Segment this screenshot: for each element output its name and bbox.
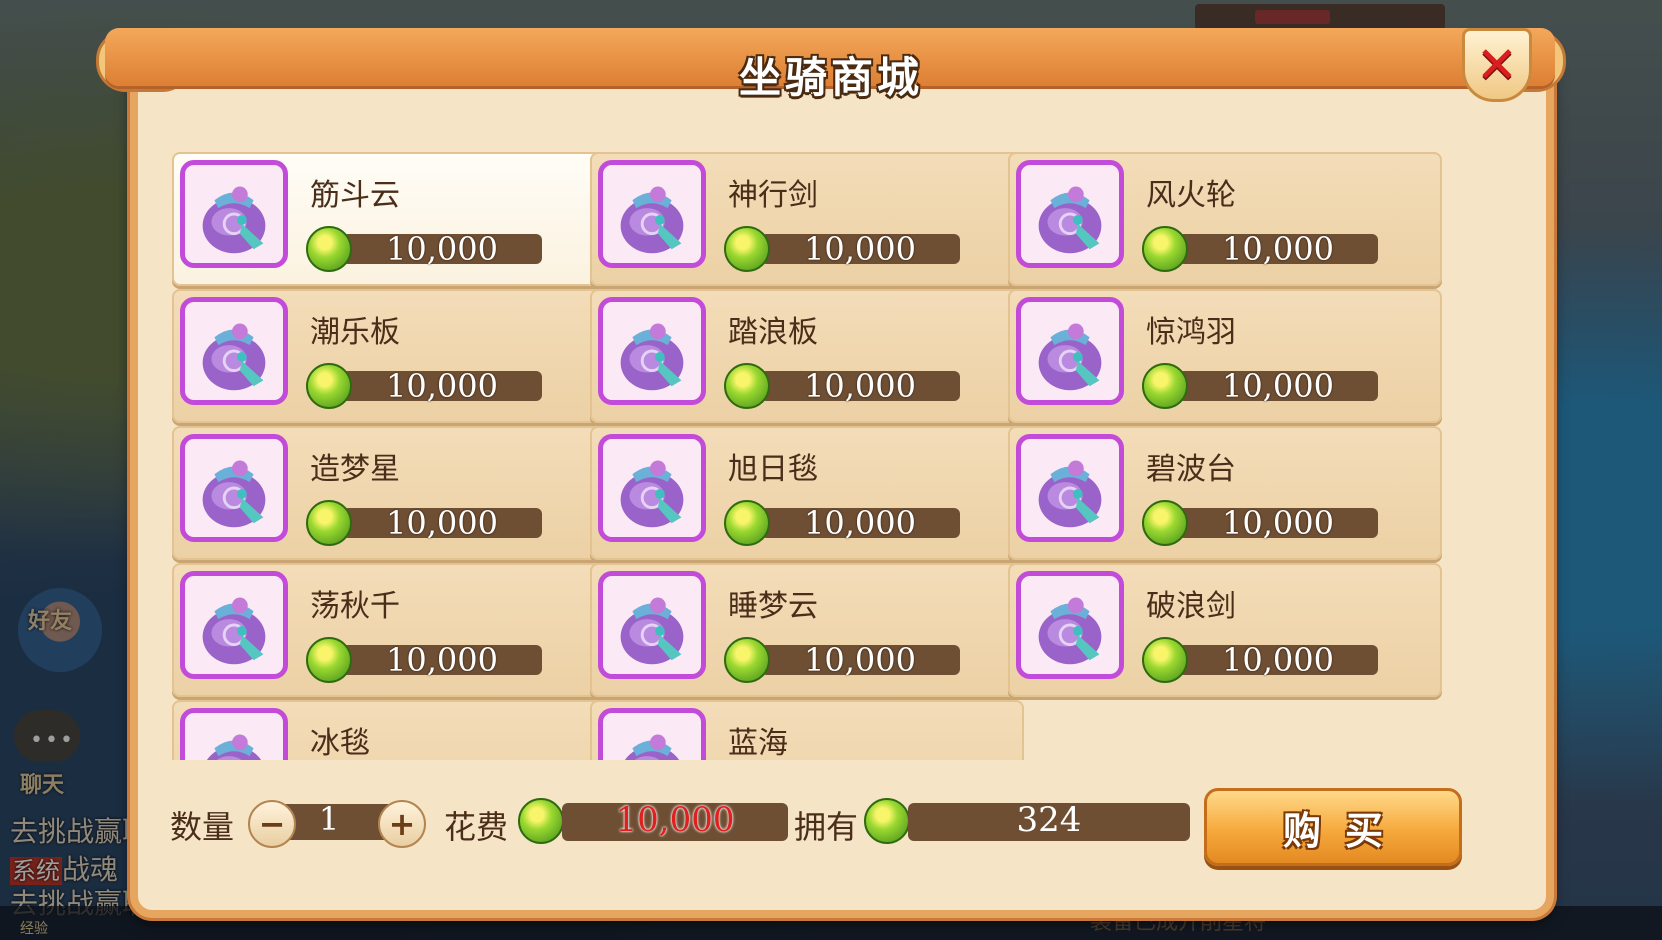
item-price: 10,000 — [306, 637, 556, 683]
item-price: 10,000 — [1142, 226, 1392, 272]
item-icon — [180, 160, 288, 268]
item-icon — [1016, 160, 1124, 268]
buy-button[interactable]: 购买 — [1204, 788, 1462, 866]
item-icon — [1016, 434, 1124, 542]
item-name: 碧波台 — [1146, 452, 1236, 487]
item-name: 冰毯 — [310, 726, 370, 760]
item-card[interactable]: 潮乐板 10,000 — [172, 289, 606, 423]
item-price-value: 10,000 — [1222, 504, 1334, 542]
item-name: 惊鸿羽 — [1146, 315, 1236, 350]
item-name: 神行剑 — [728, 178, 818, 213]
item-price-value: 10,000 — [804, 367, 916, 405]
item-price: 10,000 — [306, 363, 556, 409]
item-price: 10,000 — [724, 363, 974, 409]
increase-quantity-button[interactable]: + — [378, 800, 426, 848]
decrease-quantity-button[interactable]: − — [248, 800, 296, 848]
item-price: 10,000 — [724, 637, 974, 683]
item-price-value: 10,000 — [386, 641, 498, 679]
item-name: 潮乐板 — [310, 315, 400, 350]
item-price: 10,000 — [1142, 500, 1392, 546]
item-grid[interactable]: 筋斗云 10,000 神行剑 10,000 风火轮 10,000 潮乐板 10,… — [172, 152, 1492, 760]
item-card[interactable]: 旭日毯 10,000 — [590, 426, 1024, 560]
item-card[interactable]: 冰毯 10,000 — [172, 700, 606, 760]
item-name: 踏浪板 — [728, 315, 818, 350]
dialog-title: 坐骑商城 — [738, 53, 923, 102]
cost-value: 10,000 — [615, 800, 735, 840]
item-card[interactable]: 惊鸿羽 10,000 — [1008, 289, 1442, 423]
item-price: 10,000 — [724, 500, 974, 546]
item-name: 造梦星 — [310, 452, 400, 487]
item-card[interactable]: 蓝海 10,000 — [590, 700, 1024, 760]
close-icon: ✕ — [1476, 36, 1518, 94]
item-name: 旭日毯 — [728, 452, 818, 487]
quantity-label: 数量 — [170, 808, 235, 846]
plus-icon: + — [388, 805, 416, 843]
item-card[interactable]: 踏浪板 10,000 — [590, 289, 1024, 423]
item-card[interactable]: 风火轮 10,000 — [1008, 152, 1442, 286]
owned-label: 拥有 — [794, 808, 859, 846]
item-price-value: 10,000 — [804, 230, 916, 268]
item-name: 蓝海 — [728, 726, 788, 760]
item-price: 10,000 — [1142, 363, 1392, 409]
item-price: 10,000 — [306, 226, 556, 272]
minus-icon: − — [258, 805, 286, 843]
item-icon — [180, 708, 288, 760]
item-price-value: 10,000 — [386, 230, 498, 268]
item-price-value: 10,000 — [1222, 230, 1334, 268]
item-icon — [598, 708, 706, 760]
item-price: 10,000 — [724, 226, 974, 272]
item-name: 筋斗云 — [310, 178, 400, 213]
item-icon — [598, 297, 706, 405]
cost-coin-icon — [518, 798, 564, 844]
item-card[interactable]: 睡梦云 10,000 — [590, 563, 1024, 697]
item-card[interactable]: 破浪剑 10,000 — [1008, 563, 1442, 697]
owned-coin-icon — [864, 798, 910, 844]
buy-label: 购买 — [1282, 808, 1407, 853]
owned-value: 324 — [1016, 800, 1082, 840]
item-icon — [180, 434, 288, 542]
item-icon — [1016, 297, 1124, 405]
item-icon — [180, 297, 288, 405]
item-card[interactable]: 荡秋千 10,000 — [172, 563, 606, 697]
item-name: 破浪剑 — [1146, 589, 1236, 624]
item-icon — [1016, 571, 1124, 679]
item-name: 荡秋千 — [310, 589, 400, 624]
item-price-value: 10,000 — [386, 367, 498, 405]
item-name: 风火轮 — [1146, 178, 1236, 213]
item-icon — [598, 160, 706, 268]
item-card[interactable]: 神行剑 10,000 — [590, 152, 1024, 286]
item-price-value: 10,000 — [1222, 367, 1334, 405]
item-name: 睡梦云 — [728, 589, 818, 624]
item-icon — [598, 571, 706, 679]
close-button[interactable]: ✕ — [1462, 28, 1532, 102]
item-price-value: 10,000 — [386, 504, 498, 542]
item-price-value: 10,000 — [804, 641, 916, 679]
item-card[interactable]: 碧波台 10,000 — [1008, 426, 1442, 560]
cost-label: 花费 — [444, 808, 509, 846]
item-price-value: 10,000 — [804, 504, 916, 542]
item-card[interactable]: 造梦星 10,000 — [172, 426, 606, 560]
item-price: 10,000 — [1142, 637, 1392, 683]
item-icon — [598, 434, 706, 542]
item-price-value: 10,000 — [1222, 641, 1334, 679]
item-icon — [180, 571, 288, 679]
item-price: 10,000 — [306, 500, 556, 546]
item-card[interactable]: 筋斗云 10,000 — [172, 152, 606, 286]
